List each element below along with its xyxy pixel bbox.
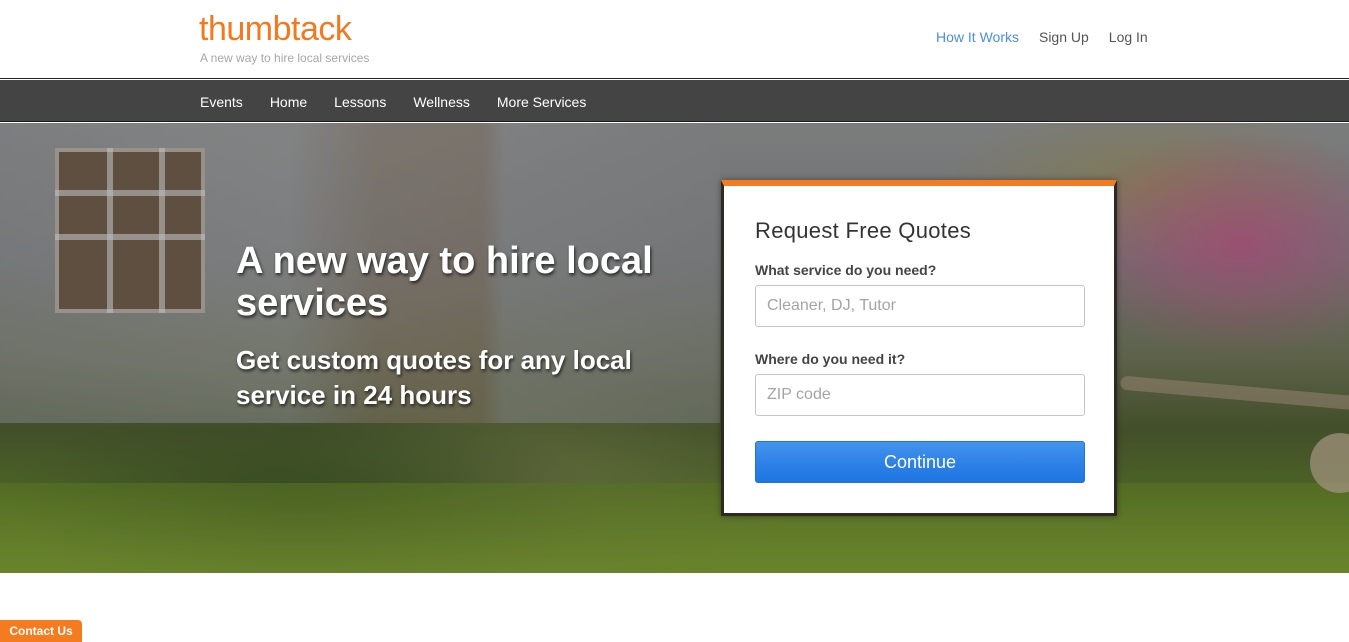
contact-us-tab[interactable]: Contact Us xyxy=(0,620,82,642)
nav-item-home[interactable]: Home xyxy=(270,94,307,110)
sign-up-link[interactable]: Sign Up xyxy=(1039,29,1089,45)
top-nav: How It Works Sign Up Log In xyxy=(936,29,1148,45)
service-label: What service do you need? xyxy=(755,262,937,278)
form-title: Request Free Quotes xyxy=(755,218,972,243)
nav-item-lessons[interactable]: Lessons xyxy=(334,94,386,110)
service-input[interactable] xyxy=(755,285,1085,327)
nav-item-events[interactable]: Events xyxy=(200,94,243,110)
zip-code-input[interactable] xyxy=(755,374,1085,416)
thumbtack-logo[interactable]: thumbtack xyxy=(199,10,352,48)
request-quotes-form: Request Free Quotes What service do you … xyxy=(721,180,1117,516)
site-header: thumbtack A new way to hire local servic… xyxy=(0,0,1349,79)
hero-title: A new way to hire local services xyxy=(236,240,653,324)
hero-subtitle: Get custom quotes for any local service … xyxy=(236,345,632,410)
logo-tagline: A new way to hire local services xyxy=(200,51,370,65)
hero-overlay xyxy=(0,123,1349,573)
nav-item-more-services[interactable]: More Services xyxy=(497,94,586,110)
how-it-works-link[interactable]: How It Works xyxy=(936,29,1019,45)
log-in-link[interactable]: Log In xyxy=(1109,29,1148,45)
category-nav: Events Home Lessons Wellness More Servic… xyxy=(0,80,1349,122)
hero-banner: A new way to hire local services Get cus… xyxy=(0,123,1349,573)
nav-item-wellness[interactable]: Wellness xyxy=(413,94,470,110)
location-label: Where do you need it? xyxy=(755,351,906,367)
continue-button[interactable]: Continue xyxy=(755,441,1085,483)
